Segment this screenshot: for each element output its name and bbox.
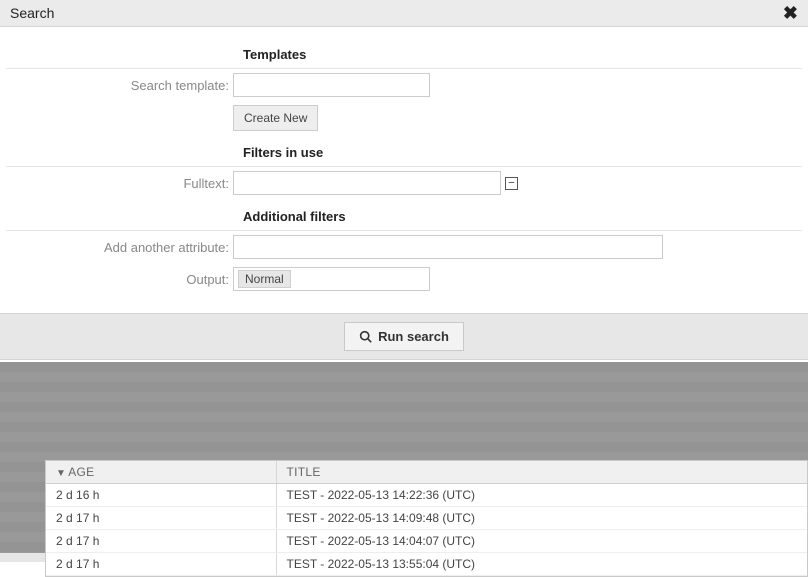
results-panel: ▼AGE TITLE 2 d 16 hTEST - 2022-05-13 14:… [45, 460, 808, 577]
results-table: ▼AGE TITLE 2 d 16 hTEST - 2022-05-13 14:… [46, 461, 807, 576]
cell-age: 2 d 17 h [46, 507, 276, 530]
section-heading-additional: Additional filters [243, 199, 806, 230]
run-search-button[interactable]: Run search [344, 322, 464, 351]
table-row[interactable]: 2 d 17 hTEST - 2022-05-13 13:55:04 (UTC) [46, 553, 807, 576]
label-fulltext: Fulltext: [2, 176, 233, 191]
dialog-header: Search ✖ [0, 0, 808, 27]
run-bar: Run search [0, 313, 808, 360]
dialog-title: Search [10, 5, 54, 21]
cell-title: TEST - 2022-05-13 14:09:48 (UTC) [276, 507, 807, 530]
col-header-title[interactable]: TITLE [276, 461, 807, 484]
cell-age: 2 d 17 h [46, 553, 276, 576]
remove-filter-icon[interactable]: − [505, 177, 518, 190]
output-selected-token: Normal [238, 270, 291, 288]
table-row[interactable]: 2 d 17 hTEST - 2022-05-13 14:09:48 (UTC) [46, 507, 807, 530]
cell-title: TEST - 2022-05-13 14:04:07 (UTC) [276, 530, 807, 553]
run-search-label: Run search [378, 329, 449, 344]
row-output: Output: Normal [2, 263, 806, 295]
create-new-button[interactable]: Create New [233, 105, 318, 131]
output-select[interactable]: Normal [233, 267, 430, 291]
cell-age: 2 d 16 h [46, 484, 276, 507]
add-attribute-input[interactable] [233, 235, 663, 259]
table-row[interactable]: 2 d 17 hTEST - 2022-05-13 14:04:07 (UTC) [46, 530, 807, 553]
row-fulltext: Fulltext: − [2, 167, 806, 199]
label-search-template: Search template: [2, 78, 233, 93]
section-heading-filters: Filters in use [243, 135, 806, 166]
row-add-attribute: Add another attribute: [2, 231, 806, 263]
cell-title: TEST - 2022-05-13 13:55:04 (UTC) [276, 553, 807, 576]
sort-desc-icon: ▼ [56, 468, 66, 479]
fulltext-input[interactable] [233, 171, 501, 195]
close-icon[interactable]: ✖ [783, 4, 798, 22]
col-header-age[interactable]: ▼AGE [46, 461, 276, 484]
dialog-body: Templates Search template: Create New Fi… [0, 27, 808, 295]
row-search-template: Search template: [2, 69, 806, 101]
search-icon [359, 330, 372, 343]
label-output: Output: [2, 272, 233, 287]
section-heading-templates: Templates [243, 37, 806, 68]
cell-title: TEST - 2022-05-13 14:22:36 (UTC) [276, 484, 807, 507]
row-create-new: Create New [2, 101, 806, 135]
cell-age: 2 d 17 h [46, 530, 276, 553]
table-row[interactable]: 2 d 16 hTEST - 2022-05-13 14:22:36 (UTC) [46, 484, 807, 507]
search-template-input[interactable] [233, 73, 430, 97]
label-add-attribute: Add another attribute: [2, 240, 233, 255]
create-new-label: Create New [244, 111, 307, 125]
